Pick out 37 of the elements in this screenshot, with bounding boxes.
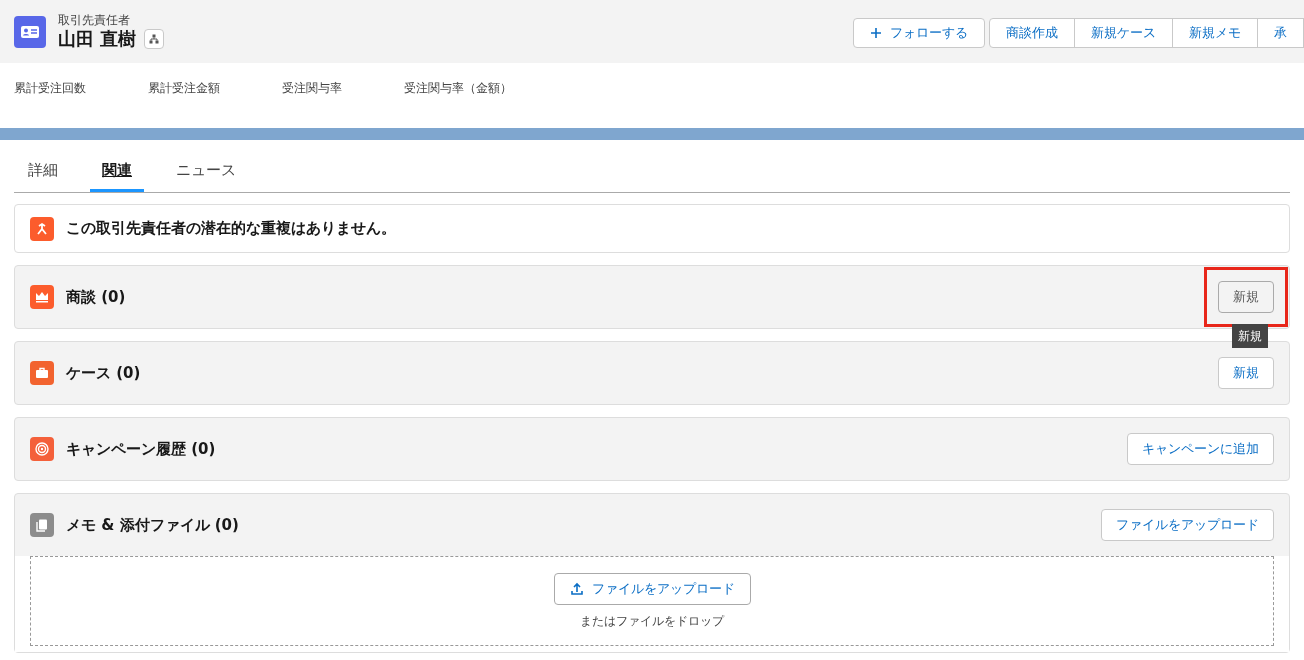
plus-icon	[870, 26, 882, 39]
follow-button[interactable]: フォローする	[853, 17, 985, 48]
crown-icon	[30, 285, 54, 309]
tooltip: 新規	[1232, 324, 1268, 348]
card-action-button[interactable]: ファイルをアップロード	[1101, 509, 1274, 541]
merge-icon	[30, 216, 54, 241]
upload-button[interactable]: ファイルをアップロード	[553, 572, 751, 605]
target-icon	[30, 437, 54, 461]
document-icon	[30, 513, 54, 537]
briefcase-icon	[30, 361, 54, 385]
drop-hint: またはファイルをドロップ	[580, 612, 724, 630]
card-title: キャンペーン履歴 (0)	[66, 438, 216, 460]
hierarchy-icon	[149, 34, 160, 44]
tab[interactable]: ニュース	[174, 152, 238, 192]
hierarchy-button[interactable]	[144, 29, 165, 49]
field-label: 累計受注金額	[148, 80, 220, 97]
field-label: 受注関与率	[282, 80, 342, 97]
field-label: 受注関与率（金額）	[404, 80, 512, 97]
card-title: 商談 (0)	[66, 286, 126, 308]
upload-icon	[569, 581, 584, 596]
action-button[interactable]: 新規ケース	[1074, 17, 1173, 48]
field-label: 累計受注回数	[14, 80, 86, 97]
card-action-button[interactable]: キャンペーンに追加	[1127, 433, 1274, 465]
card-title: メモ & 添付ファイル (0)	[66, 514, 239, 536]
card-action-button[interactable]: 新規	[1218, 357, 1274, 389]
card-title: ケース (0)	[66, 362, 141, 384]
tab[interactable]: 関連	[90, 152, 144, 192]
card-action-button[interactable]: 新規	[1218, 281, 1274, 313]
file-drop-zone[interactable]: ファイルをアップロード またはファイルをドロップ	[30, 556, 1274, 646]
object-type-label: 取引先責任者	[58, 12, 131, 28]
action-button[interactable]: 承	[1257, 17, 1304, 48]
notice-text: この取引先責任者の潜在的な重複はありません。	[66, 218, 396, 240]
contact-card-icon	[14, 15, 46, 48]
action-button[interactable]: 新規メモ	[1172, 17, 1258, 48]
record-name: 山田 直樹	[58, 27, 137, 51]
action-button[interactable]: 商談作成	[989, 17, 1075, 48]
tab[interactable]: 詳細	[26, 152, 60, 192]
